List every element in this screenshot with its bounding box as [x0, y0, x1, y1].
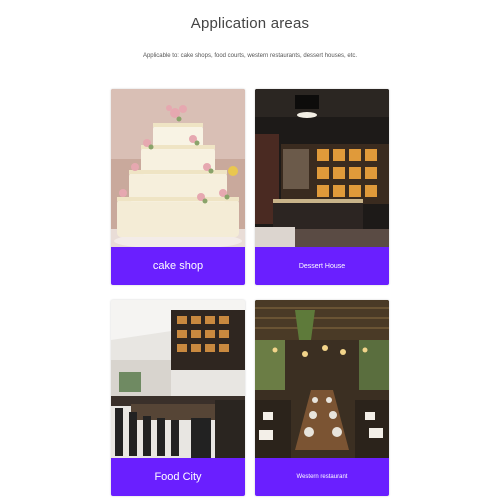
card-dessert-house: Dessert House — [255, 89, 389, 285]
dessert-shop-interior-photo — [255, 89, 389, 247]
card-label-dessert-house: Dessert House — [255, 247, 389, 285]
card-label-cake-shop: cake shop — [111, 247, 245, 285]
western-restaurant-interior-photo — [255, 300, 389, 458]
page-title: Application areas — [190, 15, 310, 32]
card-label-food-city: Food City — [111, 458, 245, 496]
food-court-bar-photo — [111, 300, 245, 458]
card-label-western-restaurant: Western restaurant — [255, 458, 389, 496]
card-western-restaurant: Western restaurant — [255, 300, 389, 496]
page-subtitle: Applicable to: cake shops, food courts, … — [142, 53, 358, 59]
card-food-city: Food City — [111, 300, 245, 496]
card-cake-shop: cake shop — [111, 89, 245, 285]
wedding-cake-photo — [111, 89, 245, 247]
